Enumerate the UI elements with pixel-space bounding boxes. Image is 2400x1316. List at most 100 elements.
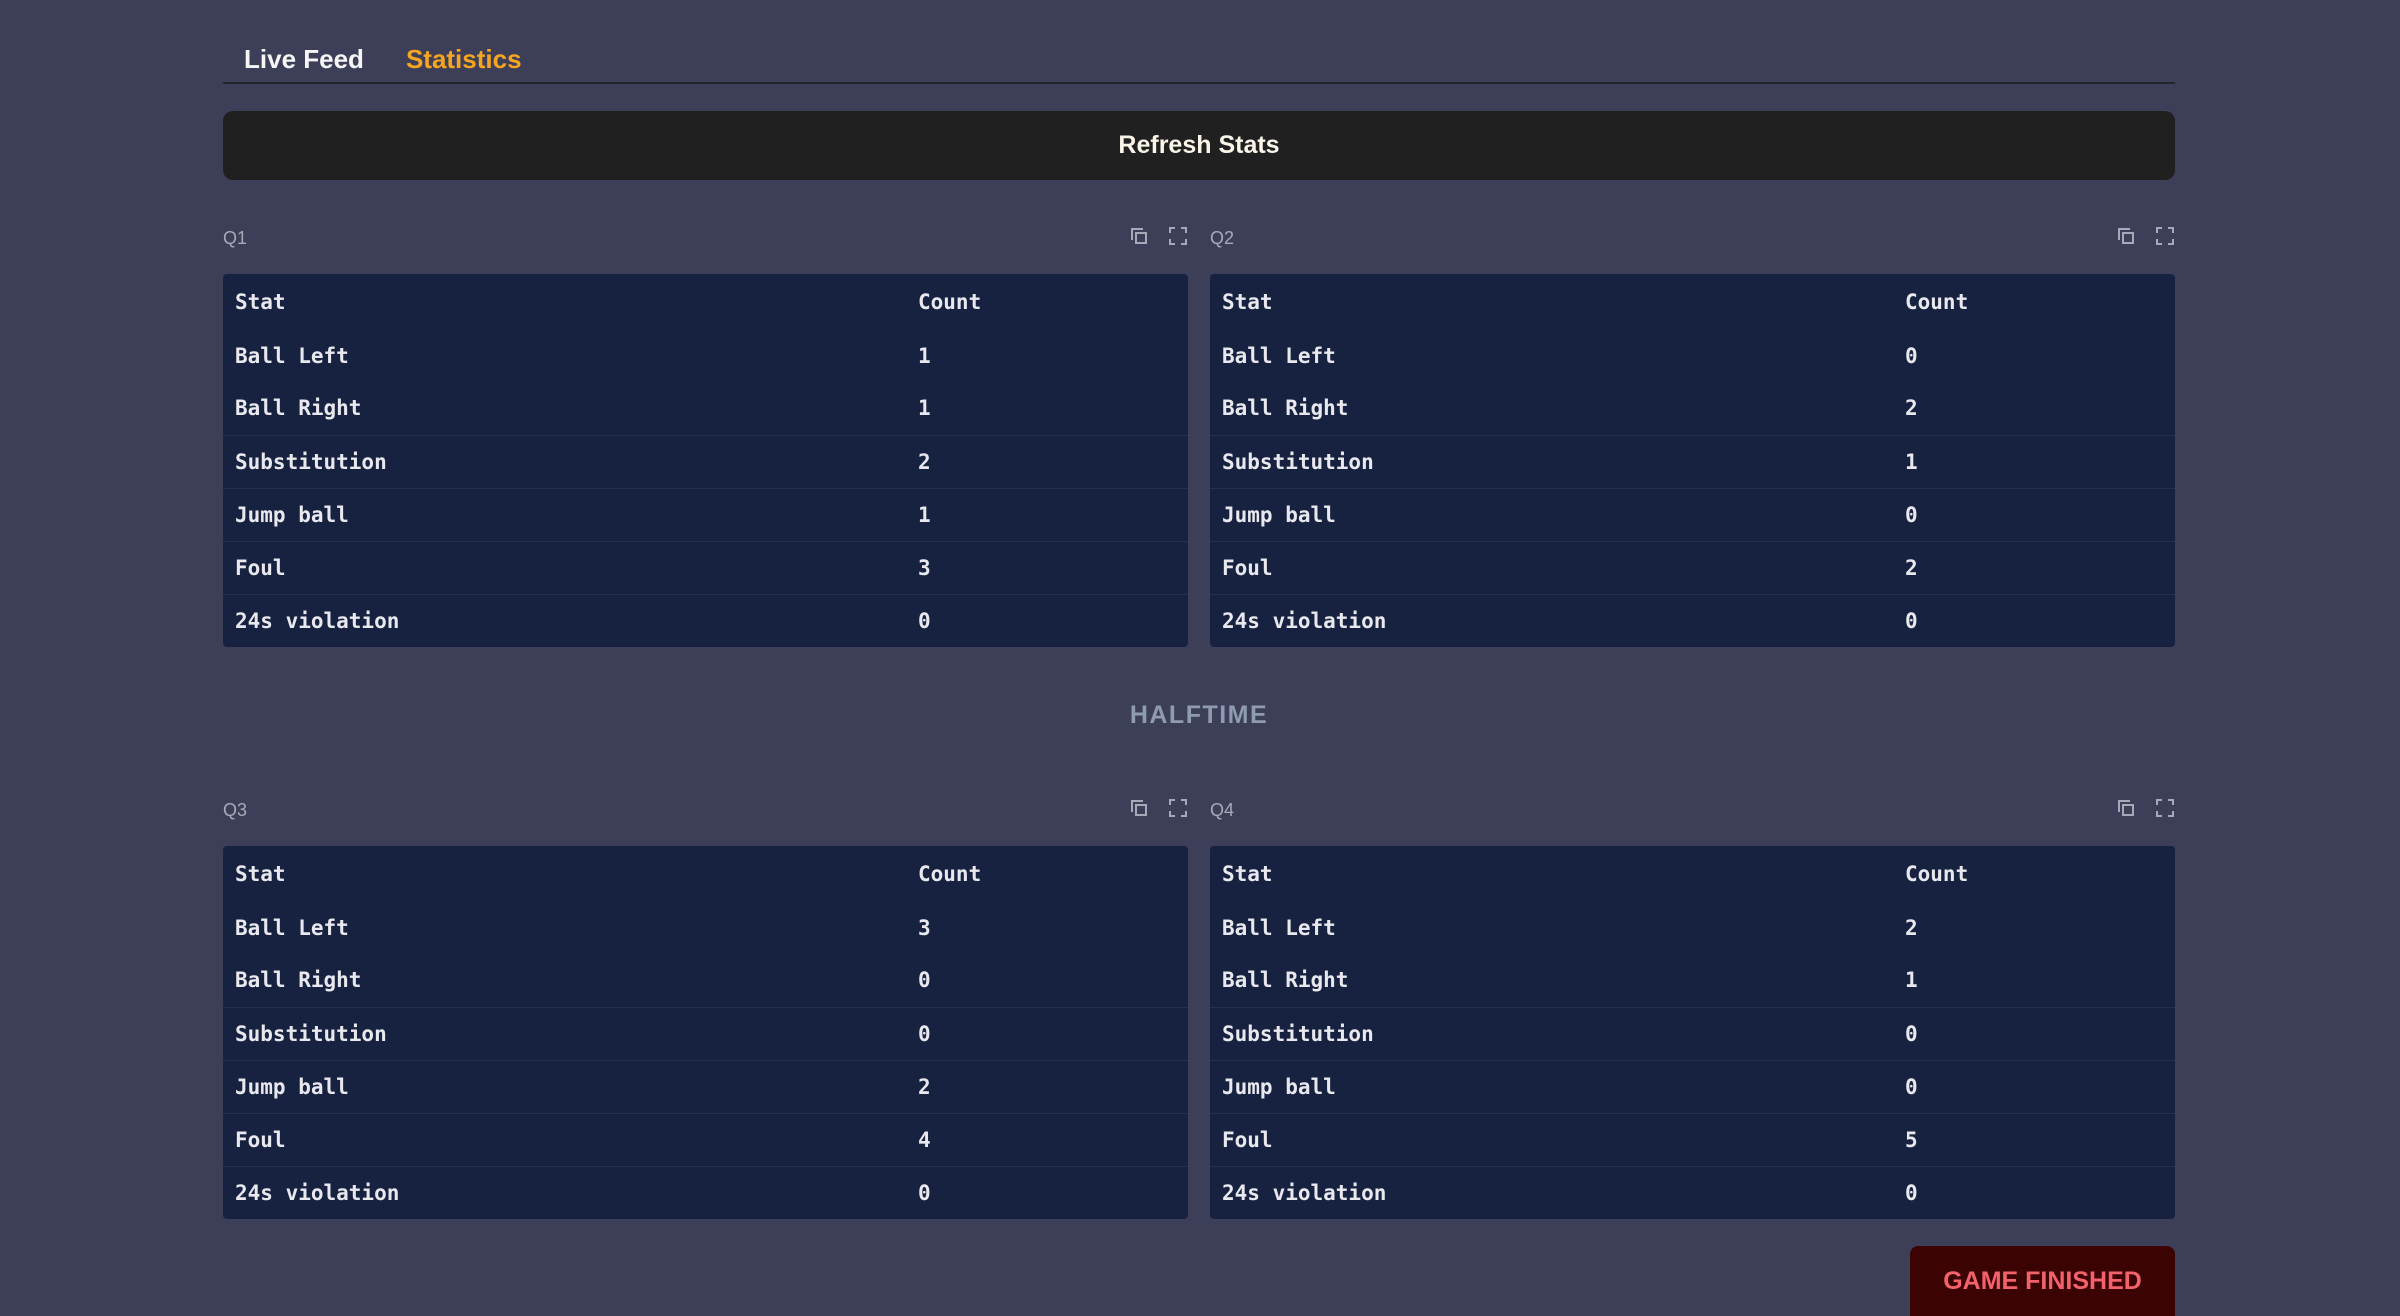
stat-name: Ball Right xyxy=(1222,396,1349,421)
table-row: Ball Right 2 xyxy=(1210,382,2175,435)
stat-count: 2 xyxy=(1905,396,1918,421)
quarter-label: Q2 xyxy=(1210,228,1235,248)
stat-count: 2 xyxy=(918,434,1188,488)
stat-name: Substitution xyxy=(223,1006,918,1060)
quarter-panel-q3: Q3 Stat Count Ball Left 3 Ball Right 0 Subs… xyxy=(223,790,1188,1219)
copy-icon[interactable] xyxy=(1130,798,1150,818)
stats-table: Stat Count Ball Left 2 Ball Right 1 Substit… xyxy=(1210,846,2175,1219)
stat-count: 0 xyxy=(1905,343,1918,368)
table-row: Foul 2 xyxy=(1210,540,2175,594)
stat-name: Substitution xyxy=(223,434,918,488)
stat-count: 0 xyxy=(918,968,931,993)
stat-name: Ball Left xyxy=(235,343,349,368)
table-row: Substitution 2 xyxy=(223,434,1188,488)
table-row: Ball Right 1 xyxy=(223,382,1188,435)
stat-name: Jump ball xyxy=(223,1059,918,1113)
stat-name: Substitution xyxy=(1210,434,1905,488)
stat-count: 1 xyxy=(918,343,931,368)
stat-count: 0 xyxy=(1905,1006,2175,1060)
table-row: Ball Left 1 xyxy=(223,329,1188,382)
column-header-count: Count xyxy=(1905,289,1969,314)
stat-count: 2 xyxy=(1905,915,1918,940)
table-row: Foul 5 xyxy=(1210,1112,2175,1166)
stat-count: 2 xyxy=(918,1059,1188,1113)
stats-table: Stat Count Ball Left 1 Ball Right 1 Substit… xyxy=(223,274,1188,647)
expand-icon[interactable] xyxy=(2155,226,2175,246)
quarter-panel-q1: Q1 Stat Count Ball Left 1 Ball Right 1 Subs… xyxy=(223,218,1188,647)
table-row: 24s violation 0 xyxy=(1210,593,2175,647)
stat-count: 3 xyxy=(918,915,931,940)
column-header-stat: Stat xyxy=(1222,861,1273,886)
expand-icon[interactable] xyxy=(1168,798,1188,818)
stat-count: 0 xyxy=(1905,1059,2175,1113)
stat-name: Ball Left xyxy=(1222,343,1336,368)
stat-count: 0 xyxy=(1905,593,2175,647)
column-header-count: Count xyxy=(918,289,982,314)
table-header-row: Stat Count xyxy=(1210,846,2175,901)
table-row: Jump ball 2 xyxy=(223,1059,1188,1113)
copy-icon[interactable] xyxy=(2117,798,2137,818)
quarter-label: Q4 xyxy=(1210,800,1235,820)
stat-name: Ball Right xyxy=(1222,968,1349,993)
stat-name: Foul xyxy=(223,1112,918,1166)
table-row: 24s violation 0 xyxy=(223,593,1188,647)
column-header-stat: Stat xyxy=(1222,289,1273,314)
tab-bar: Live Feed Statistics xyxy=(223,0,2175,84)
stat-name: Jump ball xyxy=(223,487,918,541)
table-row: Ball Left 3 xyxy=(223,901,1188,954)
table-row: Ball Right 1 xyxy=(1210,954,2175,1007)
game-finished-button[interactable]: GAME FINISHED xyxy=(1910,1246,2175,1316)
stat-count: 3 xyxy=(918,540,1188,594)
tab-statistics[interactable]: Statistics xyxy=(406,43,522,82)
halftime-divider: HALFTIME xyxy=(1129,701,1269,729)
stat-count: 0 xyxy=(1905,1165,2175,1219)
quarter-panel-q4: Q4 Stat Count Ball Left 2 Ball Right 1 Subs… xyxy=(1210,790,2175,1219)
stat-name: 24s violation xyxy=(1210,593,1905,647)
table-header-row: Stat Count xyxy=(223,274,1188,329)
table-row: Substitution 1 xyxy=(1210,434,2175,488)
stat-name: Substitution xyxy=(1210,1006,1905,1060)
expand-icon[interactable] xyxy=(2155,798,2175,818)
table-header-row: Stat Count xyxy=(223,846,1188,901)
stat-name: Jump ball xyxy=(1210,1059,1905,1113)
panel-header: Q4 xyxy=(1210,790,2175,830)
copy-icon[interactable] xyxy=(1130,226,1150,246)
stat-name: 24s violation xyxy=(1210,1165,1905,1219)
table-row: Substitution 0 xyxy=(1210,1006,2175,1060)
table-row: 24s violation 0 xyxy=(223,1165,1188,1219)
stat-count: 1 xyxy=(1905,968,1918,993)
stat-count: 4 xyxy=(918,1112,1188,1166)
table-row: Jump ball 1 xyxy=(223,487,1188,541)
panel-header: Q2 xyxy=(1210,218,2175,258)
stat-name: Jump ball xyxy=(1210,487,1905,541)
table-row: Jump ball 0 xyxy=(1210,1059,2175,1113)
stats-table: Stat Count Ball Left 3 Ball Right 0 Substit… xyxy=(223,846,1188,1219)
table-row: Foul 3 xyxy=(223,540,1188,594)
stat-count: 0 xyxy=(918,1006,1188,1060)
stat-count: 1 xyxy=(918,396,931,421)
stat-name: Ball Right xyxy=(235,396,362,421)
stat-count: 0 xyxy=(918,1165,1188,1219)
table-row: Ball Right 0 xyxy=(223,954,1188,1007)
table-row: Substitution 0 xyxy=(223,1006,1188,1060)
stat-name: Ball Left xyxy=(1222,915,1336,940)
stat-name: Foul xyxy=(1210,1112,1905,1166)
stat-name: Foul xyxy=(1210,540,1905,594)
table-row: Ball Left 0 xyxy=(1210,329,2175,382)
expand-icon[interactable] xyxy=(1168,226,1188,246)
column-header-count: Count xyxy=(918,861,982,886)
table-row: Jump ball 0 xyxy=(1210,487,2175,541)
stat-count: 2 xyxy=(1905,540,2175,594)
stat-name: Foul xyxy=(223,540,918,594)
stats-page: Live Feed Statistics Refresh Stats xyxy=(223,0,2175,180)
copy-icon[interactable] xyxy=(2117,226,2137,246)
stats-table: Stat Count Ball Left 0 Ball Right 2 Substit… xyxy=(1210,274,2175,647)
table-row: Ball Left 2 xyxy=(1210,901,2175,954)
stat-count: 1 xyxy=(918,487,1188,541)
tab-live-feed[interactable]: Live Feed xyxy=(244,43,364,82)
stat-name: 24s violation xyxy=(223,593,918,647)
stat-name: Ball Right xyxy=(235,968,362,993)
refresh-stats-button[interactable]: Refresh Stats xyxy=(223,111,2175,180)
table-header-row: Stat Count xyxy=(1210,274,2175,329)
table-row: Foul 4 xyxy=(223,1112,1188,1166)
